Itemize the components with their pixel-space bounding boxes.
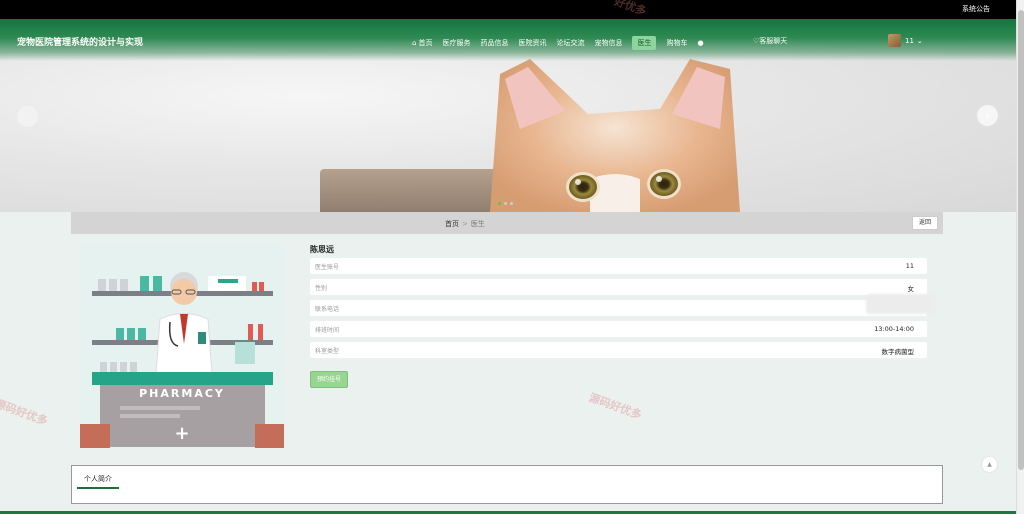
- nav-hospital-news[interactable]: 医院资讯: [518, 38, 546, 48]
- top-strip: 系统公告: [0, 0, 1016, 19]
- back-button[interactable]: 返回: [912, 216, 938, 230]
- nav-forum[interactable]: 论坛交流: [556, 38, 584, 48]
- field-value: 11: [905, 262, 914, 270]
- chevron-down-icon: ⌄: [916, 36, 923, 45]
- doctor-name: 陈思远: [310, 245, 334, 254]
- banner-indicators: [498, 202, 516, 205]
- home-icon: ⌂: [412, 39, 417, 47]
- system-notice-link[interactable]: 系统公告: [962, 4, 990, 14]
- nav-medical-services[interactable]: 医疗服务: [442, 38, 470, 48]
- nav-medicine-info[interactable]: 药品信息: [480, 38, 508, 48]
- user-menu[interactable]: 11 ⌄: [888, 34, 923, 47]
- field-phone: 联系电话: [310, 300, 927, 316]
- site-header: 宠物医院管理系统的设计与实现 ⌂ 首页 医疗服务 药品信息 医院资讯 论坛交流 宠…: [0, 19, 1016, 61]
- breadcrumb-separator: >: [462, 220, 468, 228]
- banner-dot-1[interactable]: [498, 202, 501, 205]
- nav-profile[interactable]: ●: [697, 39, 703, 47]
- redacted-phone-overlay: [866, 294, 934, 314]
- field-gender: 性别 女: [310, 279, 927, 295]
- pharmacy-sign: PHARMACY: [139, 387, 225, 400]
- intro-panel: 个人简介: [71, 465, 943, 504]
- tab-personal-intro[interactable]: 个人简介: [77, 474, 119, 489]
- field-doctor-account: 医生账号 11: [310, 258, 927, 274]
- chevron-up-icon: ▲: [987, 461, 992, 468]
- field-value: 13:00-14:00: [874, 325, 914, 333]
- field-label: 排班时间: [315, 327, 340, 334]
- user-icon: ●: [697, 39, 704, 47]
- doctor-photo: PHARMACY +: [80, 244, 284, 448]
- page-scrollbar[interactable]: [1016, 0, 1024, 514]
- banner-dot-2[interactable]: [504, 202, 507, 205]
- field-label: 联系电话: [315, 306, 340, 313]
- svg-text:+: +: [174, 423, 189, 444]
- book-appointment-button[interactable]: 预约挂号: [310, 371, 348, 388]
- nav-pet-info[interactable]: 宠物信息: [594, 38, 622, 48]
- field-value: 女: [907, 285, 915, 293]
- breadcrumb: 首页 > 医生: [445, 219, 485, 229]
- breadcrumb-current: 医生: [470, 220, 485, 228]
- chevron-right-icon: ›: [985, 108, 990, 122]
- nav-cart[interactable]: 购物车: [666, 38, 687, 48]
- site-title[interactable]: 宠物医院管理系统的设计与实现: [17, 35, 143, 48]
- field-value: 数字病菌型: [881, 348, 915, 356]
- field-shift-time: 排班时间 13:00-14:00: [310, 321, 927, 337]
- breadcrumb-home[interactable]: 首页: [445, 220, 459, 228]
- field-label: 科室类型: [315, 348, 340, 355]
- field-department: 科室类型 数字病菌型: [310, 342, 927, 358]
- field-label: 性别: [315, 285, 328, 292]
- banner-dot-3[interactable]: [510, 202, 513, 205]
- nav-home[interactable]: ⌂ 首页: [412, 38, 432, 48]
- watermark: 源码好优多: [587, 390, 644, 422]
- banner-prev-button[interactable]: [17, 106, 38, 127]
- field-label: 医生账号: [315, 264, 340, 271]
- banner-next-button[interactable]: ›: [977, 105, 998, 126]
- pharmacist-illustration: PHARMACY +: [80, 244, 284, 448]
- main-nav: ⌂ 首页 医疗服务 药品信息 医院资讯 论坛交流 宠物信息 医生 购物车 ●: [412, 36, 714, 50]
- nav-doctor[interactable]: 医生: [632, 36, 657, 50]
- scrollbar-thumb[interactable]: [1018, 10, 1024, 470]
- customer-service-link[interactable]: ♡客服聊天: [753, 36, 787, 46]
- breadcrumb-bar: 首页 > 医生 返回: [71, 212, 943, 234]
- user-name: 11: [905, 36, 914, 45]
- avatar: [888, 34, 901, 47]
- back-to-top-button[interactable]: ▲: [982, 457, 997, 472]
- watermark: 源码好优多: [0, 396, 50, 428]
